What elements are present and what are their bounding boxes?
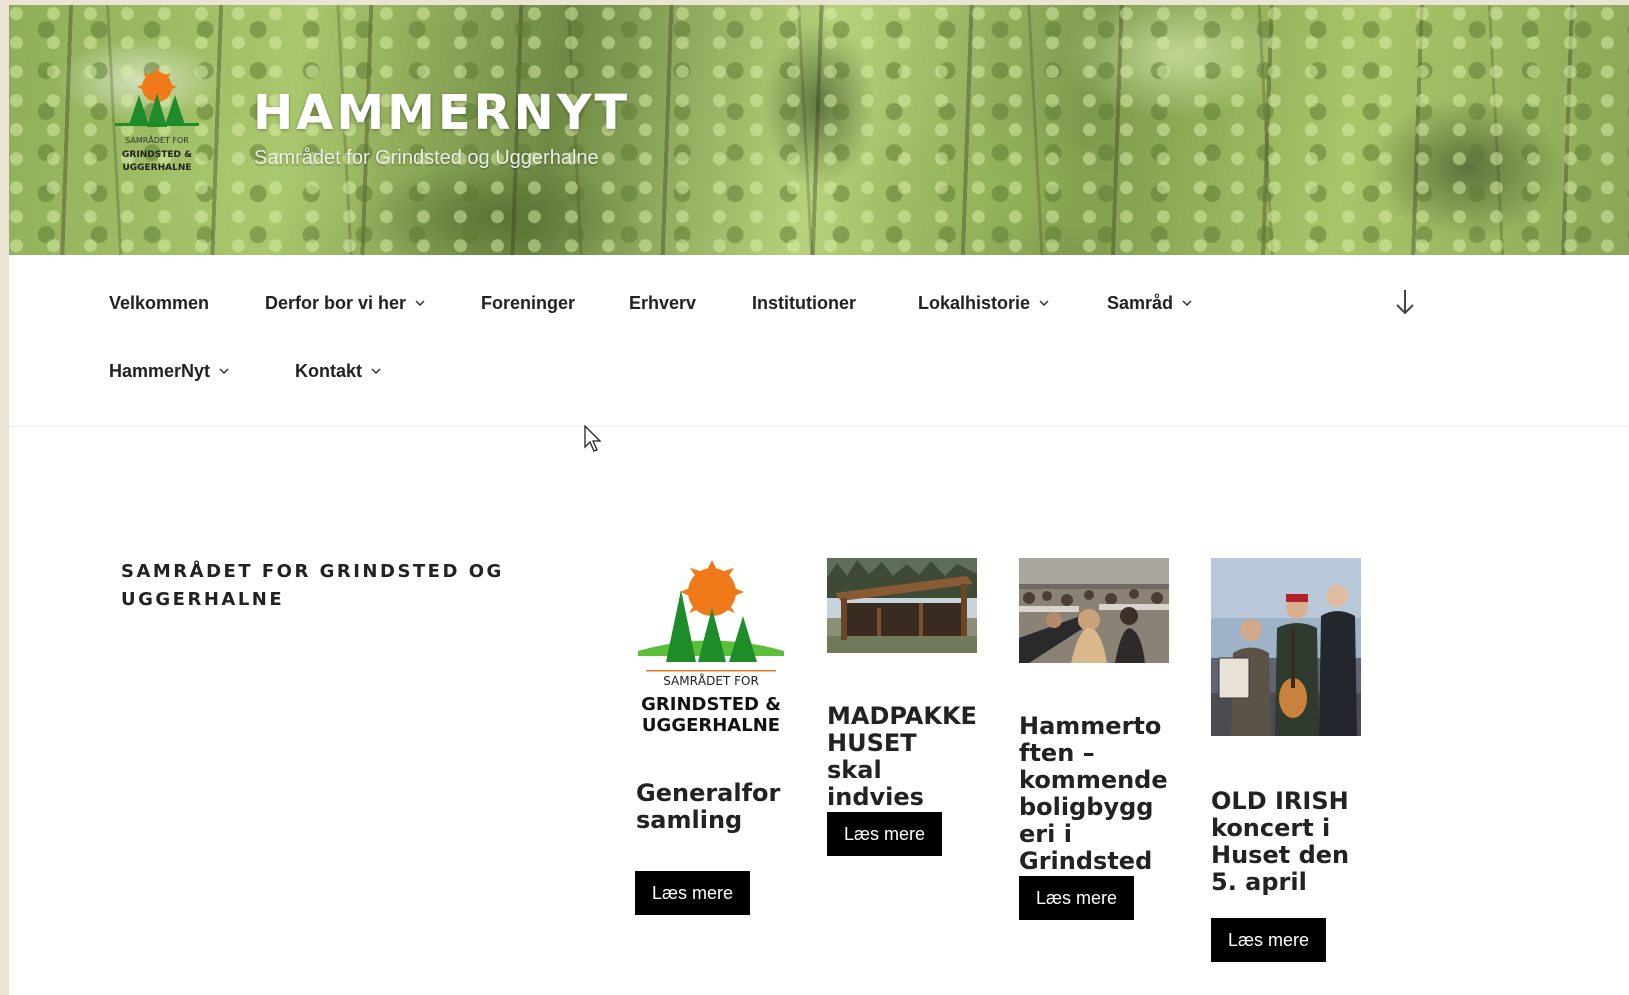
nav-item-velkommen[interactable]: Velkommen — [109, 290, 209, 316]
header-banner: SAMRÅDET FOR GRINDSTED & UGGERHALNE HAMM… — [9, 5, 1629, 255]
logo-text-line-1: SAMRÅDET FOR — [125, 134, 189, 145]
chevron-down-icon — [371, 368, 381, 375]
post-title[interactable]: Hammertoften – kommende boligbyggeri i G… — [1019, 713, 1169, 875]
chevron-down-icon — [1039, 300, 1049, 307]
shelter-photo-icon — [827, 558, 977, 653]
nav-item-label: Kontakt — [295, 360, 362, 381]
post-thumbnail-shelter-photo[interactable] — [827, 558, 977, 653]
main-navigation: Velkommen Derfor bor vi her Foreninger E… — [9, 255, 1629, 427]
chevron-down-icon — [415, 300, 425, 307]
read-more-button[interactable]: Læs mere — [1211, 918, 1327, 962]
site-title[interactable]: HAMMERNYT — [253, 85, 630, 141]
chevron-down-icon — [219, 368, 229, 375]
nav-item-derfor-bor-vi-her[interactable]: Derfor bor vi her — [265, 290, 426, 316]
nav-item-label: Derfor bor vi her — [265, 292, 407, 313]
section-title: SAMRÅDET FOR GRINDSTED OG UGGERHALNE — [121, 561, 504, 610]
nav-item-kontakt[interactable]: Kontakt — [295, 358, 382, 384]
post-title[interactable]: OLD IRISH koncert i Huset den 5. april — [1211, 788, 1361, 896]
post-thumbnail-meeting-photo[interactable] — [1019, 558, 1169, 663]
logo-text-line-3: UGGERHALNE — [642, 715, 780, 736]
nav-item-label: Lokalhistorie — [918, 292, 1031, 313]
nav-item-hammernyt[interactable]: HammerNyt — [109, 358, 230, 384]
post-thumbnail-musicians-photo[interactable] — [1211, 558, 1361, 736]
musicians-photo-icon — [1211, 558, 1361, 736]
site-logo[interactable]: SAMRÅDET FOR GRINDSTED & UGGERHALNE — [109, 65, 204, 177]
nav-item-institutioner[interactable]: Institutioner — [752, 290, 856, 316]
nav-item-samraad[interactable]: Samråd — [1107, 290, 1193, 316]
post-thumbnail-samraad-logo[interactable]: SAMRÅDET FOR GRINDSTED & UGGERHALNE — [636, 558, 786, 738]
read-more-button[interactable]: Læs mere — [1019, 876, 1135, 920]
read-more-button[interactable]: Læs mere — [635, 871, 751, 915]
site-logo-icon: SAMRÅDET FOR GRINDSTED & UGGERHALNE — [115, 67, 199, 173]
arrow-down-icon[interactable] — [1393, 287, 1417, 317]
nav-item-lokalhistorie[interactable]: Lokalhistorie — [918, 290, 1050, 316]
post-card: OLD IRISH koncert i Huset den 5. april L… — [1211, 558, 1361, 962]
logo-text-line-2: GRINDSTED & — [641, 694, 781, 715]
read-more-button[interactable]: Læs mere — [827, 812, 943, 856]
samraad-logo-icon: SAMRÅDET FOR GRINDSTED & UGGERHALNE — [638, 560, 784, 736]
nav-item-label: Institutioner — [752, 292, 856, 313]
nav-item-erhverv[interactable]: Erhverv — [629, 290, 696, 316]
page: SAMRÅDET FOR GRINDSTED & UGGERHALNE HAMM… — [9, 5, 1629, 995]
logo-text-line-1: SAMRÅDET FOR — [663, 673, 759, 688]
nav-item-label: Foreninger — [481, 292, 576, 313]
post-title[interactable]: Generalforsamling — [636, 780, 786, 834]
post-card: MADPAKKE HUSET skal indvies Læs mere — [827, 558, 977, 856]
nav-item-label: Velkommen — [109, 292, 210, 313]
logo-text-line-3: UGGERHALNE — [122, 163, 191, 173]
nav-item-label: HammerNyt — [109, 360, 211, 381]
logo-text-line-2: GRINDSTED & — [122, 150, 192, 160]
post-card: SAMRÅDET FOR GRINDSTED & UGGERHALNE Gene… — [635, 558, 786, 915]
nav-item-label: Samråd — [1107, 292, 1174, 313]
post-card: Hammertoften – kommende boligbyggeri i G… — [1019, 558, 1169, 920]
post-title[interactable]: MADPAKKE HUSET skal indvies — [827, 703, 977, 811]
nav-item-foreninger[interactable]: Foreninger — [481, 290, 575, 316]
meeting-photo-icon — [1019, 558, 1169, 663]
nav-item-label: Erhverv — [629, 292, 697, 313]
site-tagline: Samrådet for Grindsted og Uggerhalne — [254, 147, 599, 169]
mouse-cursor-icon — [584, 425, 602, 452]
chevron-down-icon — [1182, 300, 1192, 307]
